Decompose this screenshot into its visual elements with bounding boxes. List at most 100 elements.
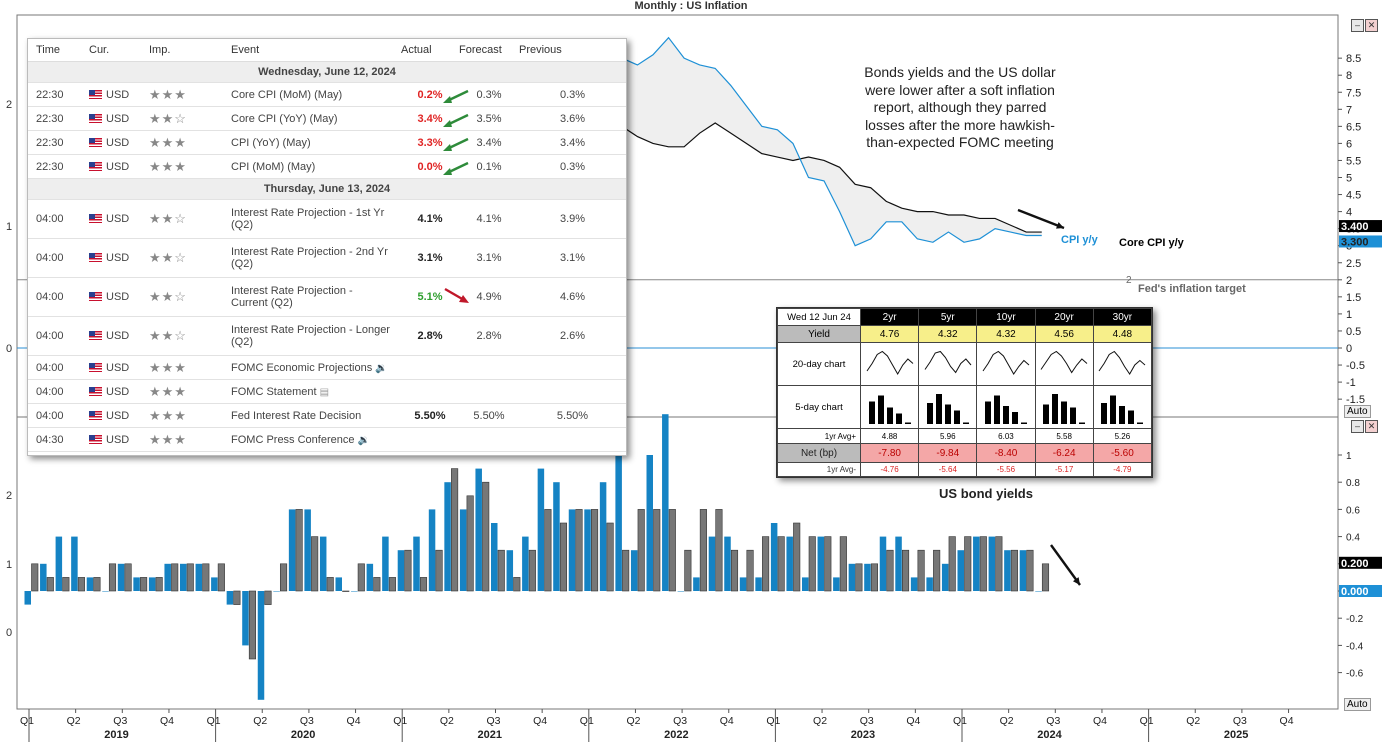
event-name-line2: (Q2) [231, 219, 253, 231]
right-axis-label-upper: 8 [1346, 70, 1352, 82]
core-mm-bar [575, 509, 583, 592]
importance-stars: ★★☆ [149, 211, 187, 226]
net-value: -7.80 [859, 443, 920, 463]
event-time: 04:00 [28, 355, 89, 380]
cpi-mm-bar [164, 563, 171, 591]
sparkbar [962, 422, 969, 424]
importance-stars: ★★☆ [149, 250, 187, 265]
importance-stars: ★★☆ [149, 110, 187, 126]
calendar-event-row[interactable]: 04:00 USD ★★★ FOMC Economic Projections 🔉 [28, 355, 626, 380]
calendar-event-row[interactable]: 04:00 USD ★★☆ Interest Rate Projection - Cur… [28, 277, 626, 317]
x-axis-quarter-label: Q2 [1000, 715, 1014, 727]
cpi-mm-bar [941, 563, 949, 591]
calendar-event-row[interactable]: 04:00 USD ★★☆ Interest Rate Projection - Lo… [28, 316, 626, 356]
sparkbar [868, 401, 875, 424]
bond-tenor[interactable]: 10yr [976, 308, 1036, 326]
cpi-mm-bar [848, 563, 856, 591]
event-name: FOMC Statement [231, 385, 317, 398]
fed-target-level: 2 [1126, 275, 1132, 286]
calendar-event-row[interactable]: 04:00 USD ★★★ Fed Interest Rate Decision 5.5… [28, 403, 626, 428]
right-axis-label-lower: 0.4 [1346, 533, 1360, 544]
core-mm-bar [46, 577, 54, 592]
left-axis-label-upper: 1 [6, 221, 12, 233]
avg-plus-label: 1yr Avg+ [777, 428, 861, 444]
event-forecast: 4.9% [476, 291, 502, 303]
header-previous[interactable]: Previous [519, 39, 626, 62]
cpi-mm-bar [351, 591, 358, 592]
sparkbar [1110, 395, 1117, 424]
calendar-event-row[interactable]: 04:00 USD ★★★ FOMC Statement ▤ [28, 379, 626, 404]
avg-minus-value: -4.76 [859, 462, 920, 477]
event-name-line2: (Q2) [231, 336, 253, 348]
x-axis-quarter-label: Q4 [720, 715, 734, 727]
core-mm-bar [342, 590, 350, 592]
cpi-mm-bar [802, 577, 809, 591]
event-time: 04:00 [28, 316, 89, 356]
cpi-mm-bar [382, 536, 389, 591]
calendar-event-row[interactable]: 04:00 USD ★★☆ Interest Rate Projection - 2n… [28, 238, 626, 278]
sparkbars-5day [984, 395, 1027, 424]
cpi-mm-bar [288, 509, 296, 591]
core-mm-bar [419, 577, 428, 592]
calendar-day-row: Thursday, June 13, 2024 [28, 178, 626, 200]
cpi-mm-bar [879, 536, 887, 591]
us-flag-icon [89, 434, 102, 444]
bond-yield-value: 4.56 [1034, 325, 1094, 343]
calendar-event-row[interactable]: 22:30 USD ★★★ CPI (MoM) (May) 0.0% 0.1% 0.3% [28, 154, 626, 179]
core-mm-bar [870, 563, 879, 592]
x-axis-quarter-label: Q4 [1093, 715, 1107, 727]
green-arrow-icon [443, 113, 469, 127]
avg-plus-value: 5.58 [1034, 428, 1094, 444]
header-forecast[interactable]: Forecast [459, 39, 519, 62]
bond-tenor[interactable]: 5yr [918, 308, 978, 326]
x-axis-quarter-label: Q2 [1186, 715, 1200, 727]
event-forecast: 2.8% [476, 330, 502, 342]
calendar-day-row: Wednesday, June 12, 2024 [28, 61, 626, 83]
x-axis-quarter-label: Q1 [207, 715, 221, 727]
calendar-event-row[interactable]: 04:30 USD ★★★ FOMC Press Conference 🔉 [28, 427, 626, 452]
header-currency[interactable]: Cur. [89, 39, 149, 62]
auto-scale-button[interactable]: Auto [1344, 405, 1371, 418]
core-mm-bar [606, 522, 614, 592]
close-button[interactable]: ✕ [1365, 19, 1378, 32]
calendar-event-row[interactable]: 04:00 USD ★★☆ Interest Rate Projection - 1s… [28, 199, 626, 239]
bond-tenor[interactable]: 2yr [859, 308, 920, 326]
header-importance[interactable]: Imp. [149, 39, 231, 62]
speaker-icon: 🔉 [357, 434, 370, 446]
cpi-mm-bar [646, 455, 653, 591]
us-flag-icon [89, 89, 102, 99]
net-value: -8.40 [976, 443, 1036, 463]
event-time: 04:00 [28, 403, 89, 428]
core-mm-bar [559, 522, 568, 592]
cpi-mm-bar [708, 536, 716, 591]
calendar-event-row[interactable]: 22:30 USD ★★★ CPI (YoY) (May) 3.3% 3.4% 3.4% [28, 130, 626, 155]
minimize-button[interactable]: – [1351, 19, 1364, 32]
sparkbar [904, 422, 911, 424]
right-axis-label-upper: 6 [1346, 138, 1352, 150]
header-time[interactable]: Time [28, 39, 89, 62]
calendar-event-row[interactable]: 22:30 USD ★★☆ Core CPI (YoY) (May) 3.4% 3.5% 3… [28, 106, 626, 131]
minimize-button-lower[interactable]: – [1351, 420, 1364, 433]
header-event[interactable]: Event [231, 39, 401, 62]
event-name: Interest Rate Projection - Longer [231, 324, 390, 336]
sparkbar [944, 404, 951, 424]
bond-tenor[interactable]: 20yr [1034, 308, 1094, 326]
close-button-lower[interactable]: ✕ [1365, 420, 1378, 433]
auto-scale-button-lower[interactable]: Auto [1344, 698, 1371, 711]
calendar-event-row[interactable]: 22:30 USD ★★★ Core CPI (MoM) (May) 0.2% 0.3% 0… [28, 82, 626, 107]
event-actual [401, 379, 459, 404]
calendar-day-label: Wednesday, June 12, 2024 [28, 61, 626, 83]
event-actual: 2.8% [401, 316, 459, 356]
event-name: CPI (YoY) (May) [231, 136, 311, 149]
chart20-label: 20-day chart [777, 342, 861, 386]
header-actual[interactable]: Actual [401, 39, 459, 62]
event-currency: USD [106, 88, 130, 101]
cpi-mm-bar [71, 536, 78, 591]
event-previous [519, 427, 626, 452]
core-mm-bar [808, 536, 816, 592]
cpi-mm-bar [335, 577, 342, 591]
importance-stars: ★★★ [149, 383, 187, 399]
sparkbar [1070, 407, 1077, 424]
bond-tenor[interactable]: 30yr [1092, 308, 1153, 326]
sparkbar [1137, 422, 1144, 424]
